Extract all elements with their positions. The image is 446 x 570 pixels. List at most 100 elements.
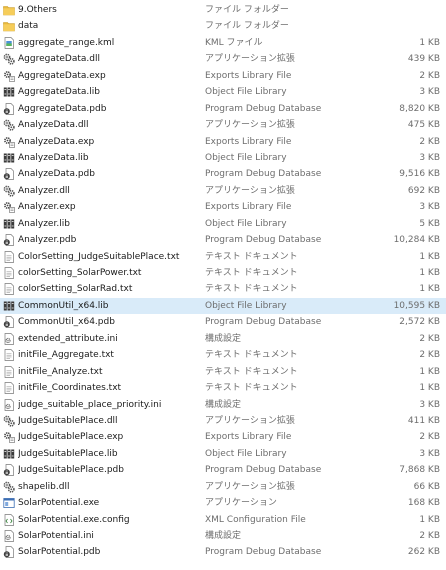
file-name[interactable]: AnalyzeData.dll — [18, 117, 200, 133]
file-type: アプリケーション拡張 — [205, 120, 295, 131]
file-row[interactable]: Analyzer.pdb Program Debug Database 10,284… — [0, 232, 446, 248]
file-type: 構成設定 — [205, 531, 242, 541]
file-name[interactable]: colorSetting_SolarRad.txt — [18, 281, 200, 297]
file-name[interactable]: AnalyzeData.pdb — [18, 166, 200, 182]
file-row[interactable]: Analyzer.lib Object File Library 5 KB — [0, 216, 446, 232]
file-row[interactable]: ColorSetting_JudgeSuitablePlace.txt テキスト … — [0, 249, 446, 265]
file-name[interactable]: Analyzer.lib — [18, 216, 200, 232]
file-size: 168 KB — [407, 498, 440, 509]
file-name[interactable]: JudgeSuitablePlace.exp — [18, 429, 200, 445]
file-type: Object File Library — [205, 218, 287, 229]
lib-file-icon — [3, 218, 15, 230]
file-row[interactable]: AnalyzeData.lib Object File Library 3 KB — [0, 150, 446, 166]
file-row[interactable]: CommonUtil_x64.lib Object File Library 10,… — [0, 297, 446, 315]
file-row[interactable]: SolarPotential.exe.config XML Configurati… — [0, 512, 446, 528]
file-row[interactable]: colorSetting_SolarPower.txt テキスト ドキュメント 1 … — [0, 265, 446, 281]
file-type: Exports Library File — [205, 432, 292, 443]
file-name[interactable]: initFile_Aggregate.txt — [18, 347, 200, 363]
file-name[interactable]: data — [18, 18, 200, 34]
file-name[interactable]: AggregateData.dll — [18, 51, 200, 67]
file-type: アプリケーション拡張 — [205, 54, 295, 65]
file-row[interactable]: aggregate_range.kml KML ファイル 1 KB — [0, 35, 446, 51]
file-name[interactable]: shapelib.dll — [18, 479, 200, 495]
file-row[interactable]: AggregateData.pdb Program Debug Database 8… — [0, 101, 446, 117]
pdb-file-icon — [3, 464, 15, 477]
file-size: 2 KB — [419, 350, 440, 361]
file-name[interactable]: initFile_Analyze.txt — [18, 364, 200, 380]
file-name[interactable]: JudgeSuitablePlace.dll — [18, 413, 200, 429]
text-file-icon — [3, 267, 15, 279]
file-row[interactable]: initFile_Analyze.txt テキスト ドキュメント 1 KB — [0, 364, 446, 380]
file-row[interactable]: SolarPotential.ini 構成設定 2 KB — [0, 528, 446, 544]
file-type: KML ファイル — [205, 37, 263, 48]
file-row[interactable]: AnalyzeData.dll アプリケーション拡張 475 KB — [0, 117, 446, 133]
file-row[interactable]: colorSetting_SolarRad.txt テキスト ドキュメント 1 KB — [0, 281, 446, 297]
file-type: テキスト ドキュメント — [205, 284, 298, 295]
file-size: 9,516 KB — [399, 169, 440, 180]
file-row[interactable]: SolarPotential.pdb Program Debug Database… — [0, 544, 446, 560]
file-name[interactable]: ColorSetting_JudgeSuitablePlace.txt — [18, 249, 200, 265]
file-name[interactable]: Analyzer.pdb — [18, 232, 200, 248]
file-name[interactable]: AggregateData.lib — [18, 84, 200, 100]
file-size: 3 KB — [419, 152, 440, 163]
file-name[interactable]: SolarPotential.exe — [18, 495, 200, 511]
file-name[interactable]: extended_attribute.ini — [18, 331, 200, 347]
file-size: 2 KB — [419, 70, 440, 81]
file-row[interactable]: initFile_Aggregate.txt テキスト ドキュメント 2 KB — [0, 347, 446, 363]
config-file-icon — [3, 513, 15, 526]
file-type: Program Debug Database — [205, 465, 322, 476]
file-type: テキスト ドキュメント — [205, 251, 298, 262]
file-row[interactable]: judge_suitable_place_priority.ini 構成設定 3 K… — [0, 397, 446, 413]
file-name[interactable]: Analyzer.dll — [18, 183, 200, 199]
file-row[interactable]: extended_attribute.ini 構成設定 2 KB — [0, 331, 446, 347]
file-name[interactable]: AnalyzeData.lib — [18, 150, 200, 166]
file-type: アプリケーション — [205, 498, 277, 509]
dll-file-icon — [3, 481, 15, 493]
file-name[interactable]: initFile_Coordinates.txt — [18, 380, 200, 396]
file-row[interactable]: AggregateData.exp Exports Library File 2 K… — [0, 68, 446, 84]
file-row[interactable]: JudgeSuitablePlace.lib Object File Librar… — [0, 446, 446, 462]
file-row[interactable]: JudgeSuitablePlace.pdb Program Debug Data… — [0, 462, 446, 478]
file-size: 1 KB — [419, 366, 440, 377]
file-name[interactable]: AggregateData.exp — [18, 68, 200, 84]
file-row[interactable]: AnalyzeData.exp Exports Library File 2 KB — [0, 134, 446, 150]
file-row[interactable]: initFile_Coordinates.txt テキスト ドキュメント 1 KB — [0, 380, 446, 396]
folder-row[interactable]: 9.Others ファイル フォルダー — [0, 2, 446, 18]
file-name[interactable]: SolarPotential.ini — [18, 528, 200, 544]
file-size: 692 KB — [407, 185, 440, 196]
file-name[interactable]: JudgeSuitablePlace.lib — [18, 446, 200, 462]
file-name[interactable]: 9.Others — [18, 2, 200, 18]
file-row[interactable]: Analyzer.dll アプリケーション拡張 692 KB — [0, 183, 446, 199]
file-name[interactable]: Analyzer.exp — [18, 199, 200, 215]
exp-file-icon — [3, 201, 15, 214]
file-name[interactable]: SolarPotential.exe.config — [18, 512, 200, 528]
file-size: 8,820 KB — [399, 103, 440, 114]
file-name[interactable]: AggregateData.pdb — [18, 101, 200, 117]
file-name[interactable]: colorSetting_SolarPower.txt — [18, 265, 200, 281]
file-row[interactable]: SolarPotential.exe アプリケーション 168 KB — [0, 495, 446, 511]
file-row[interactable]: Analyzer.exp Exports Library File 3 KB — [0, 199, 446, 215]
file-row[interactable]: JudgeSuitablePlace.dll アプリケーション拡張 411 KB — [0, 413, 446, 429]
file-row[interactable]: JudgeSuitablePlace.exp Exports Library Fi… — [0, 429, 446, 445]
file-type: Exports Library File — [205, 136, 292, 147]
file-row[interactable]: AggregateData.lib Object File Library 3 KB — [0, 84, 446, 100]
file-name[interactable]: aggregate_range.kml — [18, 35, 200, 51]
lib-file-icon — [3, 86, 15, 98]
file-row[interactable]: AnalyzeData.pdb Program Debug Database 9,5… — [0, 166, 446, 182]
file-type: アプリケーション拡張 — [205, 185, 295, 196]
file-name[interactable]: SolarPotential.pdb — [18, 544, 200, 560]
file-name[interactable]: AnalyzeData.exp — [18, 134, 200, 150]
file-row[interactable]: CommonUtil_x64.pdb Program Debug Database… — [0, 314, 446, 330]
folder-row[interactable]: data ファイル フォルダー — [0, 18, 446, 34]
file-type: アプリケーション拡張 — [205, 415, 295, 426]
file-name[interactable]: JudgeSuitablePlace.pdb — [18, 462, 200, 478]
file-type: Object File Library — [205, 87, 287, 98]
file-row[interactable]: shapelib.dll アプリケーション拡張 66 KB — [0, 479, 446, 495]
file-row[interactable]: AggregateData.dll アプリケーション拡張 439 KB — [0, 51, 446, 67]
kml-file-icon — [3, 37, 15, 49]
dll-file-icon — [3, 119, 15, 131]
file-size: 1 KB — [419, 37, 440, 48]
file-name[interactable]: CommonUtil_x64.pdb — [18, 314, 200, 330]
file-name[interactable]: judge_suitable_place_priority.ini — [18, 397, 200, 413]
file-name[interactable]: CommonUtil_x64.lib — [18, 298, 200, 314]
